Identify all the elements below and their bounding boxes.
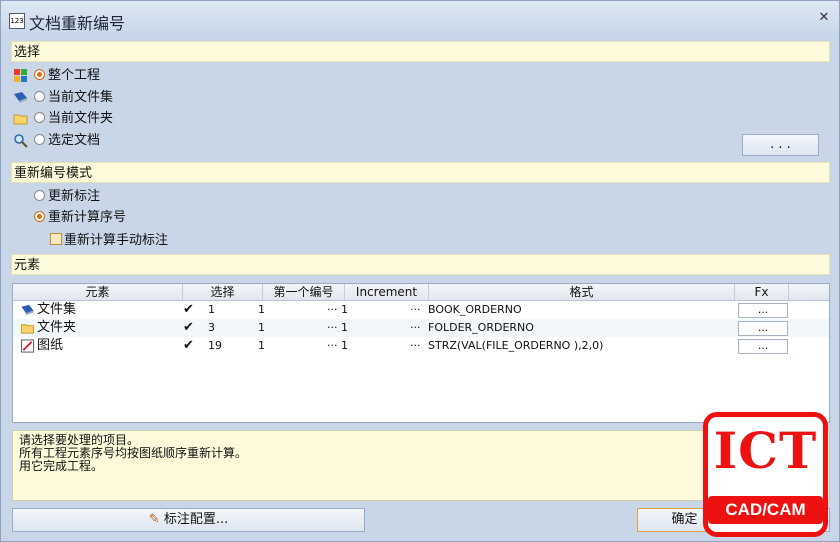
row-increment-ellipsis[interactable]: ··· (410, 319, 421, 337)
row-select-count: 1 (208, 303, 215, 316)
row-increment-ellipsis[interactable]: ··· (410, 301, 421, 319)
mode-header: 重新编号模式 (11, 162, 830, 183)
ict-logo-watermark: ICT CAD/CAM (703, 412, 828, 537)
row-check-icon[interactable]: ✔ (183, 301, 194, 319)
drawing-icon (20, 339, 35, 353)
row-check-icon[interactable]: ✔ (183, 337, 194, 355)
row-increment[interactable]: 1 (341, 319, 348, 337)
table-row[interactable]: 文件夹 ✔ 3 1 ··· 1 ··· FOLDER_ORDERNO ... (13, 319, 829, 337)
row-first-number[interactable]: 1 (258, 337, 265, 355)
option-current-fileset[interactable]: 当前文件集 (34, 89, 113, 107)
logo-subtext: CAD/CAM (708, 496, 823, 524)
row-first-ellipsis[interactable]: ··· (327, 301, 338, 319)
folder-icon (20, 324, 35, 334)
table-row[interactable]: 文件集 ✔ 1 1 ··· 1 ··· BOOK_ORDERNO ... (13, 301, 829, 319)
row-element-name: 图纸 (37, 338, 64, 353)
row-first-number[interactable]: 1 (258, 301, 265, 319)
column-element[interactable]: 元素 (13, 284, 183, 300)
folder-icon (13, 114, 28, 125)
row-format[interactable]: FOLDER_ORDERNO (428, 319, 534, 337)
option-update-annotation[interactable]: 更新标注 (34, 188, 100, 206)
elements-grid: 元素 选择 第一个编号 Increment 格式 Fx 文件集 ✔ 1 1 ··… (12, 283, 830, 423)
option-current-fileset-label: 当前文件集 (48, 90, 114, 105)
radio-recalculate-sequence[interactable] (34, 211, 45, 222)
option-whole-project[interactable]: 整个工程 (34, 67, 100, 85)
row-first-ellipsis[interactable]: ··· (327, 337, 338, 355)
column-format[interactable]: 格式 (429, 284, 735, 300)
option-current-folder-label: 当前文件夹 (48, 111, 114, 126)
grid-header: 元素 选择 第一个编号 Increment 格式 Fx (13, 284, 829, 301)
annotation-config-label: 标注配置... (163, 512, 229, 527)
column-first-number[interactable]: 第一个编号 (263, 284, 345, 300)
project-icon (14, 69, 27, 82)
document-number-icon: 123 (9, 13, 25, 29)
window-title: 文档重新编号 (29, 14, 126, 33)
row-increment-ellipsis[interactable]: ··· (410, 337, 421, 355)
option-selected-documents-label: 选定文档 (48, 133, 101, 148)
row-select-count: 3 (208, 321, 215, 334)
row-first-number[interactable]: 1 (258, 319, 265, 337)
option-current-folder[interactable]: 当前文件夹 (34, 110, 113, 128)
magnifier-icon (14, 134, 28, 148)
row-fx-button[interactable]: ... (738, 321, 788, 336)
row-fx-button[interactable]: ... (738, 303, 788, 318)
column-increment[interactable]: Increment (345, 284, 429, 300)
checkbox-recalculate-manual[interactable] (50, 233, 62, 245)
option-whole-project-label: 整个工程 (48, 68, 101, 83)
row-fx-button[interactable]: ... (738, 339, 788, 354)
option-recalculate-sequence-label: 重新计算序号 (48, 210, 127, 225)
close-icon[interactable]: ✕ (817, 11, 831, 25)
column-select[interactable]: 选择 (183, 284, 263, 300)
row-select-count: 19 (208, 339, 222, 352)
radio-selected-documents[interactable] (34, 134, 45, 145)
book-icon (21, 304, 34, 316)
annotation-config-button[interactable]: ✎ 标注配置... (12, 508, 365, 532)
table-row[interactable]: 图纸 ✔ 19 1 ··· 1 ··· STRZ(VAL(FILE_ORDERN… (13, 337, 829, 355)
radio-update-annotation[interactable] (34, 190, 45, 201)
radio-current-fileset[interactable] (34, 91, 45, 102)
row-increment[interactable]: 1 (341, 301, 348, 319)
column-fx[interactable]: Fx (735, 284, 789, 300)
row-check-icon[interactable]: ✔ (183, 319, 194, 337)
row-increment[interactable]: 1 (341, 337, 348, 355)
option-recalculate-manual[interactable]: 重新计算手动标注 (50, 232, 168, 250)
renumber-dialog: 123 文档重新编号 ✕ 选择 整个工程 当前文件集 当前文件夹 选定文档 . … (0, 0, 840, 542)
annotation-config-icon: ✎ (148, 512, 160, 527)
selection-header: 选择 (11, 41, 830, 62)
title-bar: 123 文档重新编号 ✕ (1, 1, 839, 37)
logo-text: ICT (713, 421, 818, 480)
browse-button[interactable]: . . . (742, 134, 819, 156)
row-format[interactable]: BOOK_ORDERNO (428, 301, 522, 319)
option-recalculate-sequence[interactable]: 重新计算序号 (34, 209, 126, 227)
book-icon (14, 92, 27, 103)
radio-whole-project[interactable] (34, 69, 45, 80)
row-first-ellipsis[interactable]: ··· (327, 319, 338, 337)
option-recalculate-manual-label: 重新计算手动标注 (64, 233, 169, 248)
row-element-name: 文件夹 (37, 320, 77, 335)
elements-header: 元素 (11, 254, 830, 275)
row-format[interactable]: STRZ(VAL(FILE_ORDERNO ),2,0) (428, 337, 603, 355)
radio-current-folder[interactable] (34, 112, 45, 123)
row-element-name: 文件集 (37, 302, 77, 317)
option-selected-documents[interactable]: 选定文档 (34, 132, 100, 150)
option-update-annotation-label: 更新标注 (48, 189, 101, 204)
